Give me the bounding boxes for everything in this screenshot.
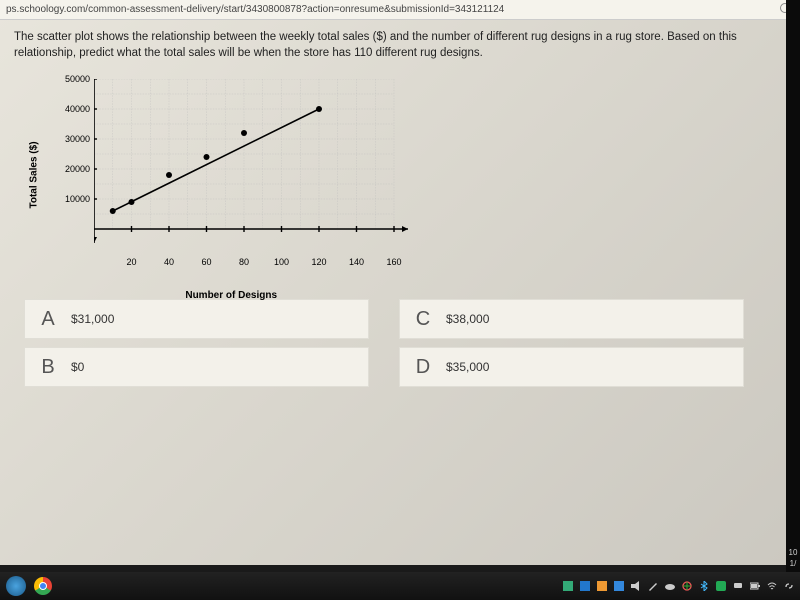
scatter-plot: Total Sales ($) Number of Designs 50000 … xyxy=(44,75,404,275)
screen-photo: ps.schoology.com/common-assessment-deliv… xyxy=(0,0,800,565)
xtick-60: 60 xyxy=(201,257,211,267)
edge-bot: 1/ xyxy=(790,559,797,568)
battery-icon[interactable] xyxy=(750,581,760,591)
edge-top: 10 xyxy=(789,548,798,557)
answer-c[interactable]: C $38,000 xyxy=(399,299,744,339)
ytick-40000: 40000 xyxy=(65,104,90,114)
xtick-100: 100 xyxy=(274,257,289,267)
xtick-140: 140 xyxy=(349,257,364,267)
answer-a[interactable]: A $31,000 xyxy=(24,299,369,339)
tray-icon-4[interactable] xyxy=(614,581,624,591)
answer-letter: C xyxy=(400,308,446,331)
y-ticks: 50000 40000 30000 20000 10000 xyxy=(50,79,90,229)
xtick-160: 160 xyxy=(386,257,401,267)
taskbar[interactable] xyxy=(0,572,800,600)
tray-icon-3[interactable] xyxy=(597,581,607,591)
pen-icon[interactable] xyxy=(648,581,658,591)
ytick-20000: 20000 xyxy=(65,164,90,174)
answer-value: $35,000 xyxy=(446,360,489,374)
xtick-20: 20 xyxy=(126,257,136,267)
answer-value: $0 xyxy=(71,360,84,374)
app-icon[interactable] xyxy=(716,581,726,591)
page-content: The scatter plot shows the relationship … xyxy=(0,20,800,395)
plot-svg xyxy=(94,79,414,254)
ytick-50000: 50000 xyxy=(65,74,90,84)
link-icon[interactable] xyxy=(784,581,794,591)
tray-icon-1[interactable] xyxy=(563,581,573,591)
answer-value: $38,000 xyxy=(446,312,489,326)
wifi-icon[interactable] xyxy=(767,581,777,591)
xtick-80: 80 xyxy=(239,257,249,267)
answer-letter: D xyxy=(400,356,446,379)
answer-b[interactable]: B $0 xyxy=(24,347,369,387)
edge-strip: 10 1/ xyxy=(786,0,800,572)
x-axis-label: Number of Designs xyxy=(185,290,277,301)
globe-icon[interactable] xyxy=(682,581,692,591)
bluetooth-icon[interactable] xyxy=(699,581,709,591)
answer-grid: A $31,000 C $38,000 B $0 D $35,000 xyxy=(24,299,744,387)
taskbar-left xyxy=(0,576,52,596)
url-text: ps.schoology.com/common-assessment-deliv… xyxy=(6,4,504,15)
question-text: The scatter plot shows the relationship … xyxy=(14,30,786,61)
chat-icon[interactable] xyxy=(733,581,743,591)
answer-letter: A xyxy=(25,308,71,331)
ytick-10000: 10000 xyxy=(65,194,90,204)
url-bar[interactable]: ps.schoology.com/common-assessment-deliv… xyxy=(0,0,800,20)
tray-icon-2[interactable] xyxy=(580,581,590,591)
ytick-30000: 30000 xyxy=(65,134,90,144)
answer-letter: B xyxy=(25,356,71,379)
system-tray[interactable] xyxy=(563,581,800,591)
y-axis-label: Total Sales ($) xyxy=(29,142,40,209)
chrome-icon[interactable] xyxy=(34,577,52,595)
windows-start-icon[interactable] xyxy=(6,576,26,596)
answer-value: $31,000 xyxy=(71,312,114,326)
xtick-40: 40 xyxy=(164,257,174,267)
answer-d[interactable]: D $35,000 xyxy=(399,347,744,387)
volume-icon[interactable] xyxy=(631,581,641,591)
cloud-icon[interactable] xyxy=(665,581,675,591)
xtick-120: 120 xyxy=(311,257,326,267)
